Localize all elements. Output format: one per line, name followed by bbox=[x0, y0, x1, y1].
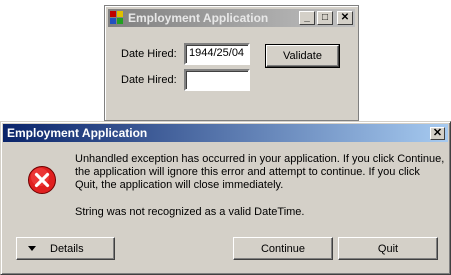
details-button[interactable]: Details bbox=[16, 237, 115, 260]
date-hired-label-2: Date Hired: bbox=[121, 74, 177, 86]
chevron-down-icon bbox=[28, 246, 36, 251]
details-button-label: Details bbox=[50, 242, 84, 255]
maximize-button[interactable]: □ bbox=[317, 11, 333, 25]
dialog-close-button[interactable]: ✕ bbox=[430, 126, 445, 140]
quit-button[interactable]: Quit bbox=[338, 237, 438, 260]
continue-button[interactable]: Continue bbox=[233, 237, 333, 260]
close-button[interactable]: ✕ bbox=[337, 11, 353, 25]
background-window: Employment Application _ □ ✕ Date Hired:… bbox=[104, 5, 359, 121]
background-window-title: Employment Application bbox=[128, 11, 269, 25]
date-hired-label: Date Hired: bbox=[121, 48, 177, 60]
minimize-button[interactable]: _ bbox=[299, 11, 315, 25]
error-dialog-titlebar[interactable]: Employment Application ✕ bbox=[3, 124, 448, 142]
error-icon bbox=[28, 166, 56, 194]
app-icon bbox=[110, 11, 124, 25]
error-message: Unhandled exception has occurred in your… bbox=[75, 153, 445, 191]
validate-button[interactable]: Validate bbox=[265, 44, 340, 68]
error-dialog-title: Employment Application bbox=[7, 126, 148, 140]
error-detail: String was not recognized as a valid Dat… bbox=[75, 206, 305, 218]
background-window-titlebar[interactable]: Employment Application _ □ ✕ bbox=[108, 9, 355, 27]
error-dialog: Employment Application ✕ Unhandled excep… bbox=[0, 121, 451, 275]
date-hired-input-2[interactable] bbox=[184, 69, 250, 91]
date-hired-input[interactable]: 1944/25/04 bbox=[184, 43, 250, 65]
